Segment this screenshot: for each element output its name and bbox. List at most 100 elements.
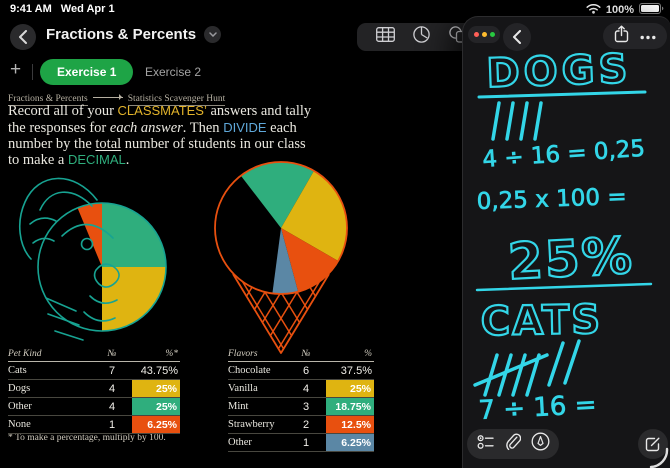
row-label: None bbox=[8, 419, 92, 430]
waffle-cone-illustration bbox=[210, 266, 352, 356]
flavor-pie-base bbox=[215, 162, 347, 294]
row-label: Strawberry bbox=[228, 419, 286, 430]
flavor-pie-outline bbox=[215, 162, 347, 294]
attachment-button[interactable] bbox=[504, 433, 521, 456]
ipad-screen: 9:41 AM Wed Apr 1 100% Fractions & Perce… bbox=[0, 0, 670, 468]
row-percent: 43.75% bbox=[132, 362, 180, 379]
row-percent: 12.5% bbox=[326, 416, 374, 433]
status-bar-left: 9:41 AM Wed Apr 1 bbox=[10, 3, 115, 15]
handwritten-notes: DOGS4 ÷ 16 = 0,250,25 x 100 =25%CATS7 ÷ … bbox=[463, 17, 670, 468]
table-row: Vanilla425% bbox=[228, 380, 374, 398]
add-sheet-button[interactable]: + bbox=[10, 59, 21, 81]
row-percent: 25% bbox=[326, 380, 374, 397]
table-header-cell: Flavors bbox=[228, 349, 286, 359]
document-title: Fractions & Percents bbox=[46, 26, 196, 43]
checklist-icon bbox=[477, 434, 495, 450]
pie-slice-mint bbox=[241, 162, 314, 228]
row-percent-highlight: 25% bbox=[326, 380, 374, 397]
status-bar-right: 100% bbox=[586, 3, 664, 17]
ink-stroke bbox=[521, 103, 527, 139]
row-count: 4 bbox=[92, 383, 132, 395]
paragraph-segment: DIVIDE bbox=[223, 120, 266, 135]
pet-pie-outline bbox=[38, 203, 166, 331]
ink-bubble-text: 25% bbox=[507, 226, 636, 290]
breadcrumb-arrow-icon bbox=[93, 97, 123, 98]
row-label: Other bbox=[8, 401, 92, 412]
paragraph-segment: . bbox=[126, 152, 130, 168]
battery-icon bbox=[639, 3, 664, 17]
row-percent-highlight: 12.5% bbox=[326, 416, 374, 433]
pie-slice-dogs bbox=[102, 267, 166, 331]
row-label: Mint bbox=[228, 401, 286, 412]
row-percent-highlight: 25% bbox=[132, 398, 180, 415]
ink-bubble-text: CATS bbox=[480, 297, 602, 345]
ink-script-text: 7 ÷ 16 = bbox=[478, 390, 597, 426]
table-row: Dogs425% bbox=[8, 380, 180, 398]
table-header-cell: № bbox=[92, 349, 132, 359]
battery-percent: 100% bbox=[606, 4, 634, 16]
row-count: 3 bbox=[286, 401, 326, 413]
pie-chart-icon bbox=[413, 26, 430, 43]
table-row: Chocolate637.5% bbox=[228, 362, 374, 380]
ink-stroke bbox=[507, 103, 513, 139]
table-row: Strawberry212.5% bbox=[228, 416, 374, 434]
checklist-button[interactable] bbox=[477, 434, 495, 455]
paragraph-segment: CLASSMATES’ bbox=[118, 103, 207, 118]
row-count: 2 bbox=[286, 419, 326, 431]
row-count: 4 bbox=[92, 401, 132, 413]
paragraph-segment: DECIMAL bbox=[68, 152, 126, 167]
table-header-cell: № bbox=[286, 349, 326, 359]
title-menu-button[interactable] bbox=[204, 26, 221, 43]
notes-window: DOGS4 ÷ 16 = 0,250,25 x 100 =25%CATS7 ÷ … bbox=[462, 16, 670, 468]
worksheet-paragraph: Record all of your CLASSMATES’ answers a… bbox=[8, 103, 314, 169]
insert-table-button[interactable] bbox=[376, 27, 395, 47]
table-row: Other425% bbox=[8, 398, 180, 416]
table-row: Other16.25% bbox=[228, 434, 374, 452]
table-footnote: * To make a percentage, multiply by 100. bbox=[8, 433, 166, 443]
page-curl-indicator[interactable] bbox=[647, 443, 670, 468]
tab-exercise-1[interactable]: Exercise 1 bbox=[40, 59, 133, 85]
chevron-left-icon bbox=[18, 30, 28, 44]
tab-divider bbox=[32, 64, 33, 80]
row-count: 6 bbox=[286, 365, 326, 377]
document-title-row[interactable]: Fractions & Percents bbox=[46, 26, 221, 43]
pie-slice-vanilla bbox=[281, 171, 347, 261]
back-button[interactable] bbox=[10, 24, 36, 50]
table-header-row: Pet Kind№%* bbox=[8, 346, 180, 362]
row-count: 1 bbox=[92, 419, 132, 431]
ink-stroke bbox=[513, 355, 525, 395]
table-row: Mint318.75% bbox=[228, 398, 374, 416]
row-percent: 25% bbox=[132, 398, 180, 415]
pet-pie bbox=[78, 203, 167, 331]
pie-slice-other bbox=[102, 203, 166, 267]
table-header-cell: Pet Kind bbox=[8, 349, 92, 359]
markup-button[interactable] bbox=[531, 432, 550, 456]
pie-slice-other bbox=[272, 228, 298, 294]
chevron-down-icon bbox=[209, 32, 217, 37]
row-percent: 25% bbox=[132, 380, 180, 397]
status-time: 9:41 AM bbox=[10, 3, 52, 15]
paperclip-icon bbox=[504, 433, 521, 451]
row-label: Vanilla bbox=[228, 383, 286, 394]
cat-sketch-illustration bbox=[20, 178, 119, 340]
row-percent-highlight: 6.25% bbox=[326, 434, 374, 451]
ink-bubble-text: DOGS bbox=[486, 46, 632, 97]
row-count: 7 bbox=[92, 365, 132, 377]
row-percent-highlight: 18.75% bbox=[326, 398, 374, 415]
table-header-cell: %* bbox=[132, 349, 180, 359]
pie-slice-none bbox=[78, 203, 103, 267]
row-percent: 6.25% bbox=[132, 416, 180, 433]
ink-stroke bbox=[493, 103, 499, 139]
table-header-cell: % bbox=[326, 349, 374, 359]
insert-chart-button[interactable] bbox=[413, 26, 430, 48]
tab-exercise-2[interactable]: Exercise 2 bbox=[128, 59, 218, 85]
markup-pen-icon bbox=[531, 432, 550, 451]
row-label: Other bbox=[228, 437, 286, 448]
row-percent: 6.25% bbox=[326, 434, 374, 451]
table-icon bbox=[376, 27, 395, 42]
ink-stroke bbox=[565, 341, 579, 383]
ink-stroke bbox=[535, 103, 541, 139]
row-percent-highlight: 25% bbox=[132, 380, 180, 397]
row-label: Cats bbox=[8, 365, 92, 376]
row-percent: 37.5% bbox=[326, 362, 374, 379]
